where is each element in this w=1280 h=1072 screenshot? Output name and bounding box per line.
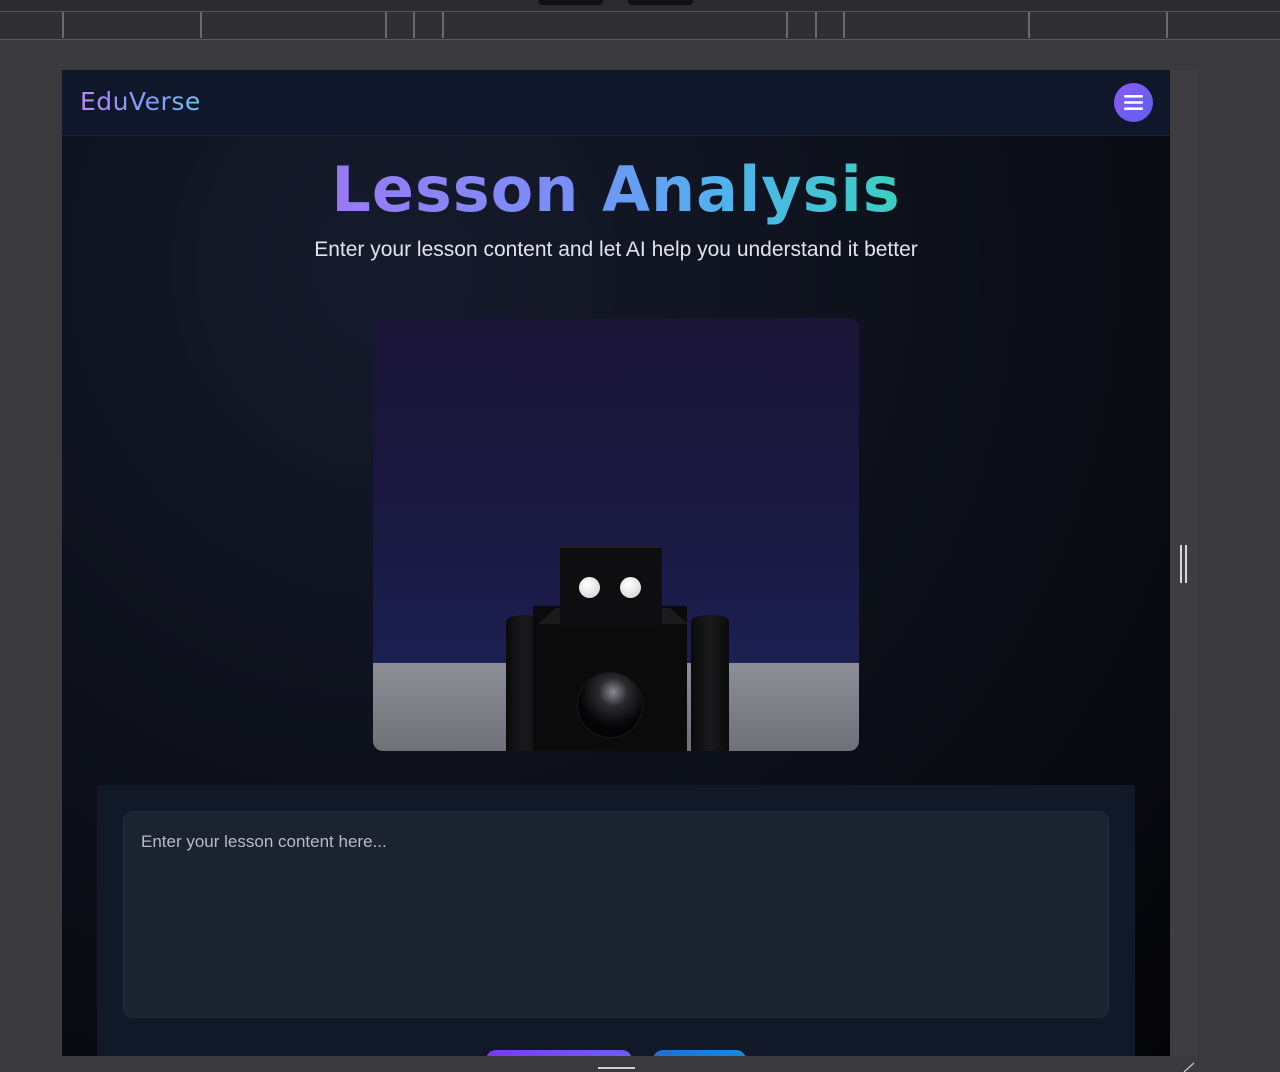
robot-core-sphere — [578, 673, 642, 737]
hamburger-menu-icon — [1124, 95, 1143, 110]
ruler-tick — [815, 12, 817, 38]
ruler-tick — [385, 12, 387, 38]
app-header: EduVerse — [62, 70, 1170, 136]
resize-handle-horizontal[interactable] — [598, 1067, 635, 1069]
robot-eye-right — [620, 577, 641, 598]
ruler-tick — [1166, 12, 1168, 38]
robot-3d-scene[interactable] — [373, 318, 859, 751]
menu-button[interactable] — [1114, 83, 1153, 122]
editor-top-bar — [0, 0, 1280, 12]
resize-corner-icon[interactable] — [1182, 1062, 1194, 1072]
lesson-input-panel — [97, 785, 1135, 1056]
ruler-tick — [413, 12, 415, 38]
editor-bottom-bar — [0, 1056, 1280, 1072]
ruler-tick — [200, 12, 202, 38]
logo[interactable]: EduVerse — [80, 87, 201, 116]
ruler-bar — [0, 12, 1280, 40]
ruler-tick — [442, 12, 444, 38]
robot-head — [560, 546, 662, 626]
lesson-content-input[interactable] — [123, 811, 1109, 1018]
page-title: Lesson Analysis — [62, 154, 1170, 226]
ruler-tick — [843, 12, 845, 38]
robot-eye-left — [579, 577, 600, 598]
top-bar-chip[interactable] — [538, 0, 603, 5]
ruler-tick — [786, 12, 788, 38]
resize-handle-vertical[interactable] — [1180, 545, 1188, 583]
page-title-text: Lesson Analysis — [331, 153, 901, 226]
app-viewport: EduVerse Lesson Analysis Enter your less… — [62, 70, 1170, 1056]
ruler-tick — [62, 12, 64, 38]
robot-right-arm — [691, 615, 729, 751]
top-bar-chip[interactable] — [628, 0, 693, 5]
ruler-tick — [1028, 12, 1030, 38]
page-subtitle: Enter your lesson content and let AI hel… — [314, 238, 918, 261]
